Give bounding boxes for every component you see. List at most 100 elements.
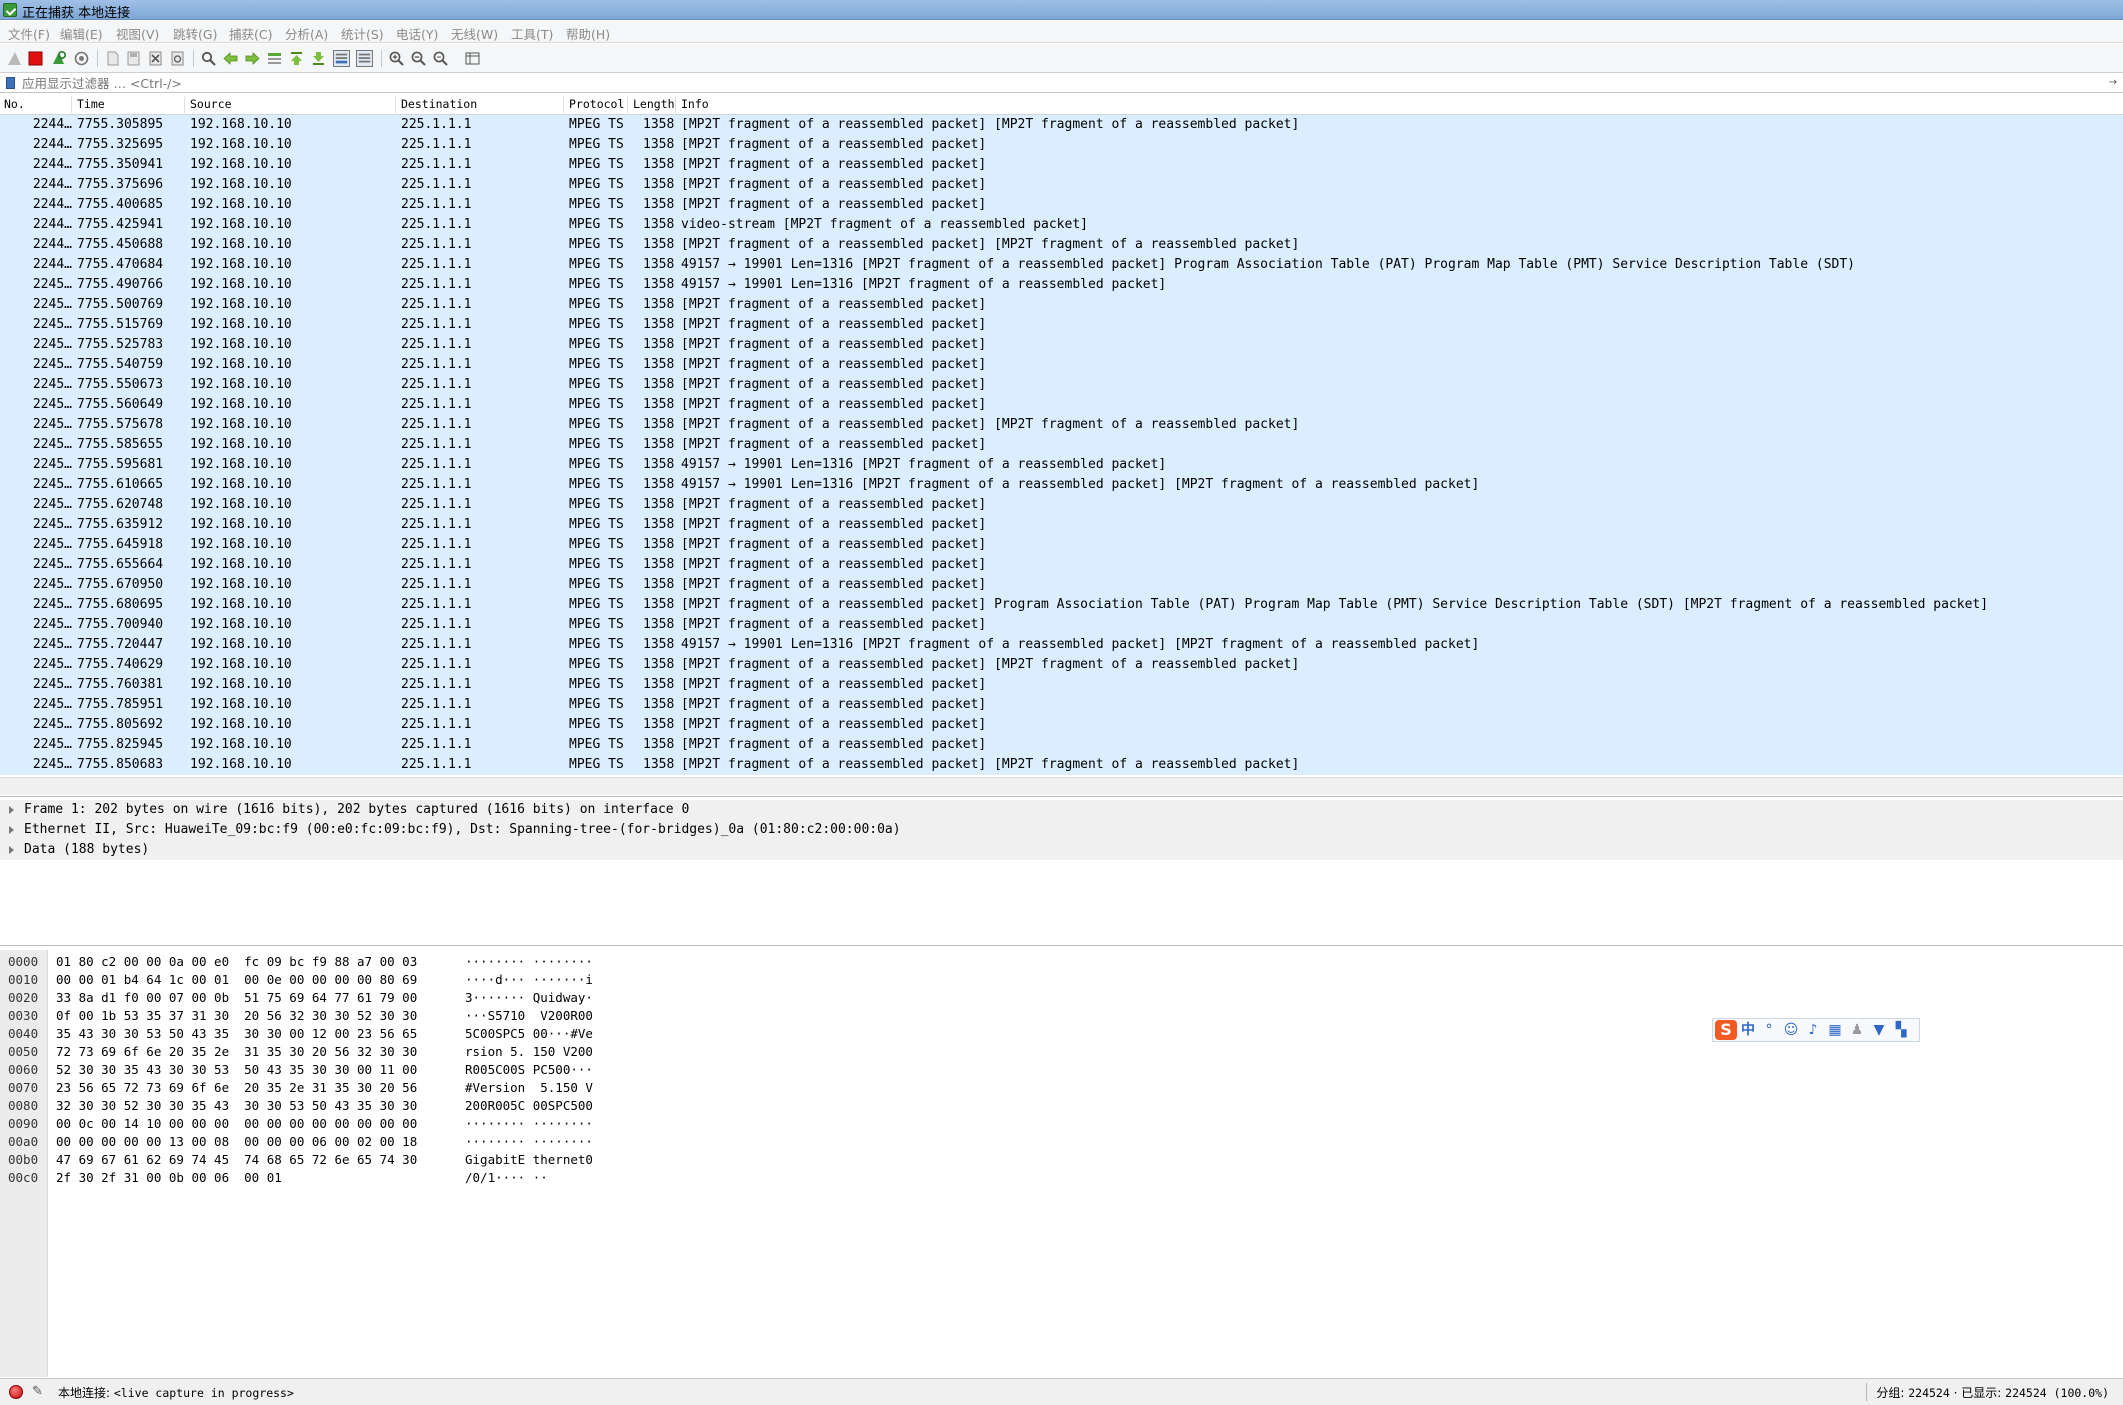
column-header-protocol[interactable]: Protocol xyxy=(569,97,624,111)
emoji-icon[interactable]: ☺ xyxy=(1783,1022,1799,1038)
ime-language-toggle[interactable]: 中 xyxy=(1740,1022,1756,1038)
cell-protocol: MPEG TS xyxy=(569,117,624,132)
column-header-time[interactable]: Time xyxy=(77,97,105,111)
packet-row[interactable]: 2245… 7755.595681 192.168.10.10 225.1.1.1 MP… xyxy=(0,455,2123,475)
tree-item-data[interactable]: Data (188 bytes) xyxy=(0,840,2123,860)
packet-row[interactable]: 2245… 7755.785951 192.168.10.10 225.1.1.1 MP… xyxy=(0,695,2123,715)
column-header-source[interactable]: Source xyxy=(190,97,232,111)
menu-view[interactable]: 视图(V) xyxy=(116,24,159,43)
packet-row[interactable]: 2245… 7755.760381 192.168.10.10 225.1.1.1 MP… xyxy=(0,675,2123,695)
close-file-icon[interactable] xyxy=(147,50,164,67)
capture-options-icon[interactable] xyxy=(73,50,90,67)
packet-row[interactable]: 2245… 7755.515769 192.168.10.10 225.1.1.1 MP… xyxy=(0,315,2123,335)
zoom-out-icon[interactable] xyxy=(410,50,427,67)
packet-row[interactable]: 2245… 7755.720447 192.168.10.10 225.1.1.1 MP… xyxy=(0,635,2123,655)
capture-comment-icon[interactable]: ✎ xyxy=(32,1384,46,1399)
packet-row[interactable]: 2244… 7755.325695 192.168.10.10 225.1.1.1 MP… xyxy=(0,135,2123,155)
punctuation-icon[interactable]: ° xyxy=(1761,1022,1777,1038)
packet-row[interactable]: 2244… 7755.400685 192.168.10.10 225.1.1.1 MP… xyxy=(0,195,2123,215)
packet-row[interactable]: 2245… 7755.540759 192.168.10.10 225.1.1.1 MP… xyxy=(0,355,2123,375)
toolbox-grid-icon[interactable]: ▚ xyxy=(1893,1022,1909,1038)
restart-capture-icon[interactable] xyxy=(50,50,67,67)
keyboard-icon[interactable]: ▦ xyxy=(1827,1022,1843,1038)
tree-item-frame[interactable]: Frame 1: 202 bytes on wire (1616 bits), … xyxy=(0,800,2123,820)
packet-row[interactable]: 2244… 7755.305895 192.168.10.10 225.1.1.1 MP… xyxy=(0,115,2123,135)
packet-row[interactable]: 2244… 7755.350941 192.168.10.10 225.1.1.1 MP… xyxy=(0,155,2123,175)
go-to-packet-icon[interactable] xyxy=(266,50,283,67)
auto-scroll-icon[interactable] xyxy=(333,50,350,67)
cell-source: 192.168.10.10 xyxy=(190,237,292,252)
find-packet-icon[interactable] xyxy=(200,50,217,67)
cell-time: 7755.515769 xyxy=(77,317,164,332)
cell-source: 192.168.10.10 xyxy=(190,317,292,332)
reload-file-icon[interactable] xyxy=(169,50,186,67)
packet-row[interactable]: 2245… 7755.740629 192.168.10.10 225.1.1.1 MP… xyxy=(0,655,2123,675)
microphone-icon[interactable]: ♪ xyxy=(1805,1022,1821,1038)
menu-capture[interactable]: 捕获(C) xyxy=(229,24,272,43)
resize-columns-icon[interactable] xyxy=(464,50,481,67)
packet-row[interactable]: 2245… 7755.850683 192.168.10.10 225.1.1.1 MP… xyxy=(0,755,2123,775)
menu-statistics[interactable]: 统计(S) xyxy=(341,24,384,43)
packet-list-scrollbar[interactable] xyxy=(0,777,2123,795)
menu-tools[interactable]: 工具(T) xyxy=(511,24,553,43)
tree-item-ethernet[interactable]: Ethernet II, Src: HuaweiTe_09:bc:f9 (00:… xyxy=(0,820,2123,840)
packet-row[interactable]: 2245… 7755.680695 192.168.10.10 225.1.1.1 MP… xyxy=(0,595,2123,615)
cell-destination: 225.1.1.1 xyxy=(401,617,472,632)
packet-row[interactable]: 2245… 7755.655664 192.168.10.10 225.1.1.1 MP… xyxy=(0,555,2123,575)
packet-row[interactable]: 2245… 7755.635912 192.168.10.10 225.1.1.1 MP… xyxy=(0,515,2123,535)
expand-arrow-icon[interactable] xyxy=(9,846,14,854)
packet-row[interactable]: 2245… 7755.585655 192.168.10.10 225.1.1.1 MP… xyxy=(0,435,2123,455)
packet-row[interactable]: 2245… 7755.645918 192.168.10.10 225.1.1.1 MP… xyxy=(0,535,2123,555)
menu-go[interactable]: 跳转(G) xyxy=(173,24,217,43)
menu-help[interactable]: 帮助(H) xyxy=(566,24,610,43)
filter-apply-arrow-icon[interactable]: → xyxy=(2109,77,2117,88)
go-forward-icon[interactable] xyxy=(244,50,261,67)
packet-row[interactable]: 2245… 7755.805692 192.168.10.10 225.1.1.1 MP… xyxy=(0,715,2123,735)
open-file-icon[interactable] xyxy=(104,50,121,67)
packet-row[interactable]: 2245… 7755.500769 192.168.10.10 225.1.1.1 MP… xyxy=(0,295,2123,315)
packet-row[interactable]: 2245… 7755.550673 192.168.10.10 225.1.1.1 MP… xyxy=(0,375,2123,395)
ime-logo[interactable]: S xyxy=(1715,1020,1737,1040)
expand-arrow-icon[interactable] xyxy=(9,806,14,814)
column-header-destination[interactable]: Destination xyxy=(401,97,477,111)
skin-shirt-icon[interactable]: ▼ xyxy=(1871,1022,1887,1038)
packet-row[interactable]: 2245… 7755.825945 192.168.10.10 225.1.1.1 MP… xyxy=(0,735,2123,755)
go-back-icon[interactable] xyxy=(222,50,239,67)
cell-destination: 225.1.1.1 xyxy=(401,417,472,432)
last-packet-icon[interactable] xyxy=(310,50,327,67)
filter-bookmark-icon[interactable] xyxy=(6,77,15,89)
packet-row[interactable]: 2245… 7755.575678 192.168.10.10 225.1.1.1 MP… xyxy=(0,415,2123,435)
menu-telephony[interactable]: 电话(Y) xyxy=(396,24,438,43)
normal-size-icon[interactable] xyxy=(432,50,449,67)
column-header-length[interactable]: Length xyxy=(633,97,675,111)
colorize-icon[interactable] xyxy=(356,50,373,67)
save-file-icon[interactable] xyxy=(125,50,142,67)
cell-no: 2245… xyxy=(32,697,72,712)
column-header-info[interactable]: Info xyxy=(681,97,709,111)
expand-arrow-icon[interactable] xyxy=(9,826,14,834)
packet-row[interactable]: 2244… 7755.450688 192.168.10.10 225.1.1.1 MP… xyxy=(0,235,2123,255)
menu-edit[interactable]: 编辑(E) xyxy=(60,24,103,43)
zoom-in-icon[interactable] xyxy=(388,50,405,67)
column-header-no[interactable]: No. xyxy=(4,97,25,111)
packet-row[interactable]: 2245… 7755.620748 192.168.10.10 225.1.1.1 MP… xyxy=(0,495,2123,515)
packet-row[interactable]: 2244… 7755.375696 192.168.10.10 225.1.1.1 MP… xyxy=(0,175,2123,195)
cell-destination: 225.1.1.1 xyxy=(401,297,472,312)
packet-row[interactable]: 2245… 7755.490766 192.168.10.10 225.1.1.1 MP… xyxy=(0,275,2123,295)
packet-row[interactable]: 2244… 7755.425941 192.168.10.10 225.1.1.1 MP… xyxy=(0,215,2123,235)
packet-row[interactable]: 2245… 7755.610665 192.168.10.10 225.1.1.1 MP… xyxy=(0,475,2123,495)
packet-row[interactable]: 2245… 7755.700940 192.168.10.10 225.1.1.1 MP… xyxy=(0,615,2123,635)
menu-file[interactable]: 文件(F) xyxy=(8,24,50,43)
display-filter-input[interactable] xyxy=(22,74,2117,92)
packet-row[interactable]: 2245… 7755.525783 192.168.10.10 225.1.1.1 MP… xyxy=(0,335,2123,355)
menu-analyze[interactable]: 分析(A) xyxy=(285,24,328,43)
first-packet-icon[interactable] xyxy=(288,50,305,67)
expert-info-icon[interactable] xyxy=(9,1385,23,1399)
stop-capture-icon[interactable] xyxy=(27,50,44,67)
packet-row[interactable]: 2245… 7755.560649 192.168.10.10 225.1.1.1 MP… xyxy=(0,395,2123,415)
shark-fin-start-icon[interactable] xyxy=(6,50,23,67)
packet-row[interactable]: 2244… 7755.470684 192.168.10.10 225.1.1.1 MP… xyxy=(0,255,2123,275)
menu-wireless[interactable]: 无线(W) xyxy=(451,24,498,43)
user-icon[interactable]: ♟ xyxy=(1849,1022,1865,1038)
packet-row[interactable]: 2245… 7755.670950 192.168.10.10 225.1.1.1 MP… xyxy=(0,575,2123,595)
